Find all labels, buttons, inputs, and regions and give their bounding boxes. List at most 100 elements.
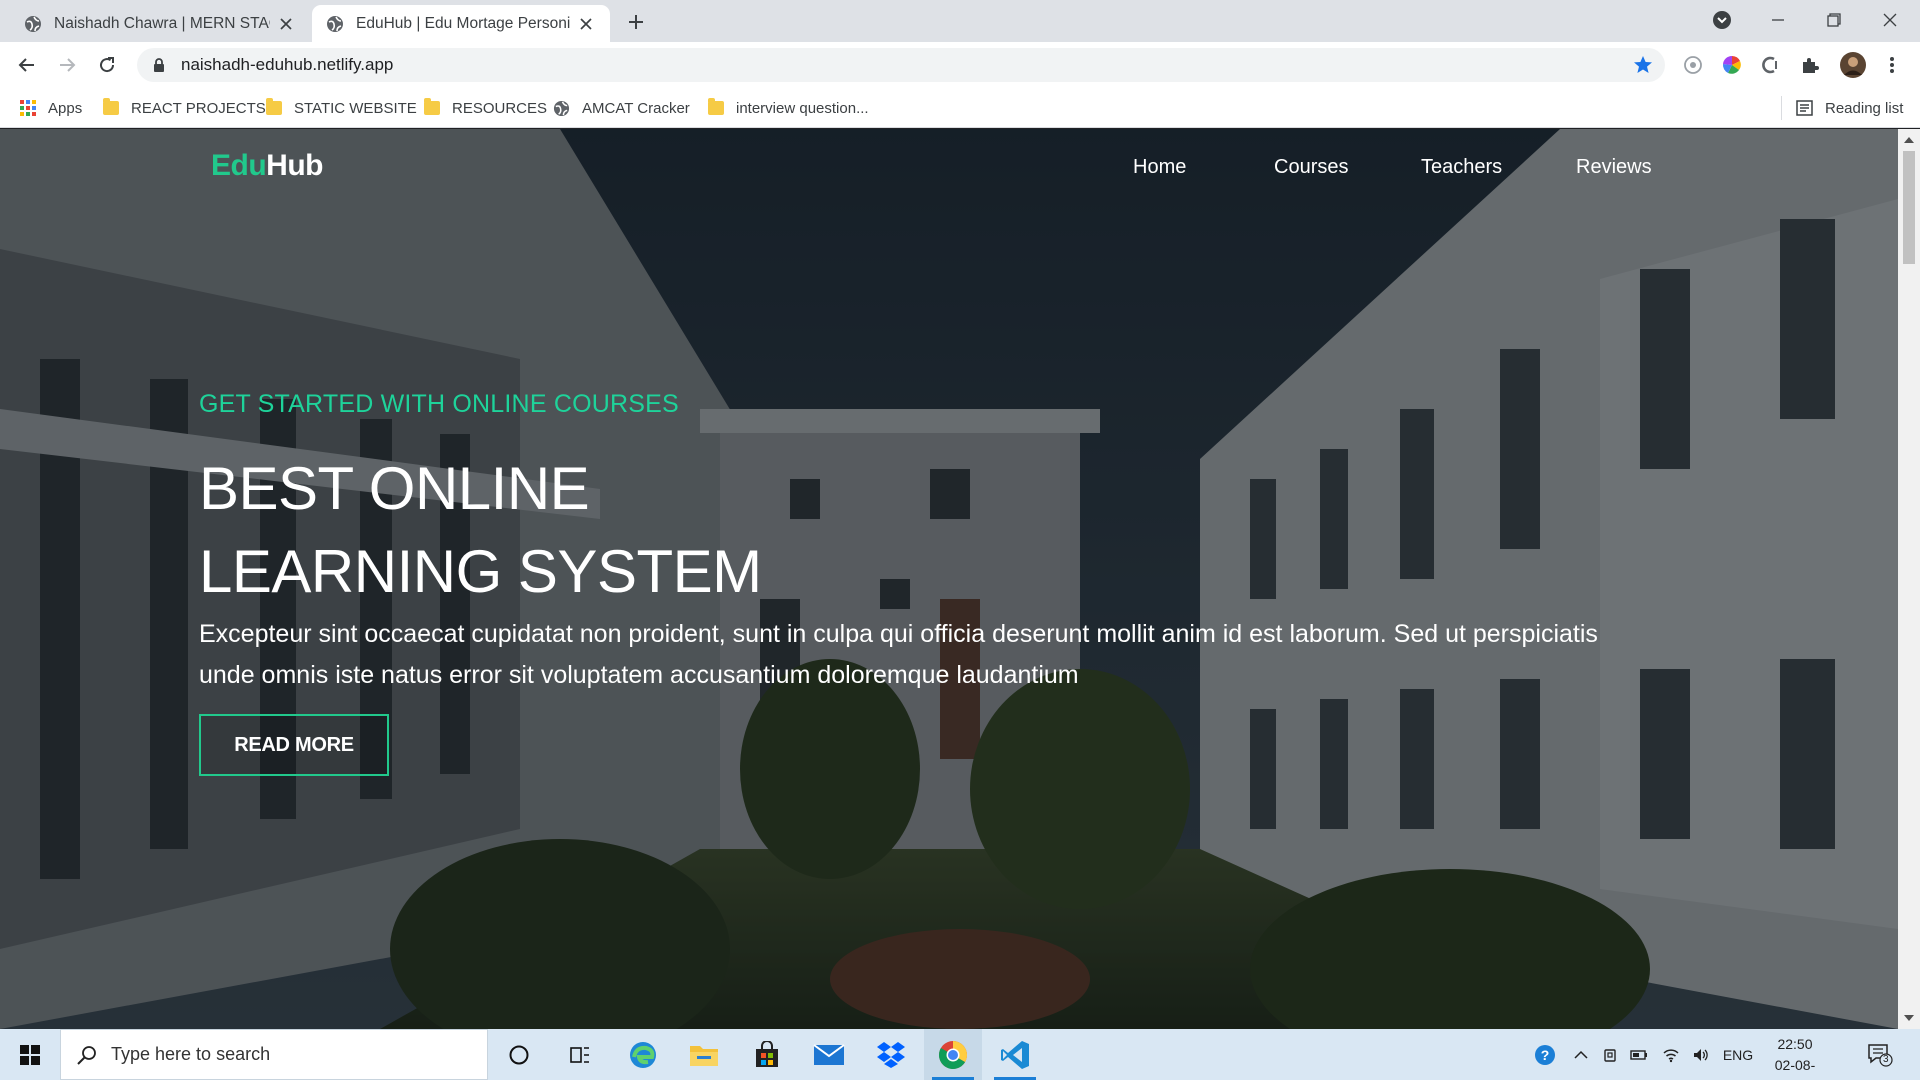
bookmarks-divider: [1781, 96, 1782, 120]
file-explorer-app[interactable]: [675, 1029, 733, 1080]
bookmark-resources[interactable]: RESOURCES: [424, 97, 547, 119]
bookmark-label: AMCAT Cracker: [582, 99, 690, 117]
extension-dial-icon: [1684, 56, 1702, 74]
notification-icon: [1868, 1043, 1893, 1067]
lock-icon[interactable]: [151, 57, 167, 73]
nav-teachers[interactable]: Teachers: [1421, 156, 1502, 179]
forward-button[interactable]: [51, 49, 83, 81]
bookmark-apps[interactable]: Apps: [20, 97, 82, 119]
nav-reviews[interactable]: Reviews: [1576, 156, 1652, 179]
bookmark-static-website[interactable]: STATIC WEBSITE: [266, 97, 417, 119]
plus-icon: [629, 15, 643, 29]
globe-icon: [553, 100, 570, 117]
nav-home[interactable]: Home: [1133, 156, 1186, 179]
folder-icon: [103, 98, 119, 115]
hero-headline: BEST ONLINE LEARNING SYSTEM: [199, 447, 762, 613]
cortana-button[interactable]: [490, 1029, 548, 1080]
edge-icon: [630, 1041, 656, 1068]
meet-now-icon[interactable]: [1598, 1029, 1624, 1080]
bookmark-interview-questions[interactable]: interview question...: [708, 97, 869, 119]
search-icon: [77, 1045, 96, 1065]
chrome-app[interactable]: [924, 1029, 982, 1080]
bookmark-react-projects[interactable]: REACT PROJECTS: [103, 97, 266, 119]
vscode-app[interactable]: [986, 1029, 1044, 1080]
address-bar[interactable]: naishadh-eduhub.netlify.app: [137, 48, 1665, 82]
read-more-button[interactable]: READ MORE: [199, 714, 389, 776]
language-indicator[interactable]: ENG: [1720, 1029, 1756, 1080]
help-icon[interactable]: ?: [1530, 1029, 1560, 1080]
wifi-icon[interactable]: [1658, 1029, 1684, 1080]
site-logo[interactable]: EduHub: [211, 149, 323, 183]
windows-logo-icon: [20, 1044, 40, 1065]
mail-icon: [813, 1043, 845, 1065]
mail-app[interactable]: [800, 1029, 858, 1080]
task-view-icon: [570, 1046, 589, 1063]
taskbar-clock[interactable]: 22:50 02-08-2021: [1760, 1034, 1830, 1080]
tab-title: Naishadh Chawra | MERN STACK: [54, 14, 270, 32]
apps-grid-icon: [20, 100, 36, 116]
taskbar-search-box[interactable]: Type here to search: [60, 1029, 488, 1080]
cortana-circle-icon: [509, 1045, 529, 1064]
tab-search-button[interactable]: [1694, 0, 1750, 40]
arrow-right-icon: [60, 58, 76, 72]
close-tab-icon[interactable]: [576, 14, 596, 34]
svg-text:?: ?: [1541, 1047, 1550, 1063]
microsoft-store-app[interactable]: [738, 1029, 796, 1080]
hero-section: EduHub Home Courses Teachers Reviews GET…: [0, 129, 1898, 1029]
dropbox-app[interactable]: [862, 1029, 920, 1080]
puzzle-icon: [1803, 58, 1819, 73]
bookmark-label: REACT PROJECTS: [131, 99, 266, 117]
browser-toolbar: naishadh-eduhub.netlify.app: [0, 42, 1920, 88]
extensions-menu-button[interactable]: [1796, 51, 1824, 79]
start-button[interactable]: [0, 1029, 60, 1080]
volume-icon[interactable]: [1688, 1029, 1714, 1080]
back-button[interactable]: [11, 49, 43, 81]
bookmark-label: Apps: [48, 99, 83, 117]
reload-icon: [100, 57, 115, 73]
folder-icon: [708, 98, 724, 115]
bookmark-star-icon[interactable]: [1633, 55, 1653, 75]
code-extension[interactable]: [1757, 51, 1785, 79]
reload-button[interactable]: [91, 49, 123, 81]
color-picker-extension[interactable]: [1718, 51, 1746, 79]
scroll-up-arrow-icon[interactable]: [1904, 137, 1914, 143]
show-hidden-icons-icon[interactable]: [1568, 1029, 1594, 1080]
new-tab-button[interactable]: [622, 8, 650, 36]
task-view-button[interactable]: [551, 1029, 609, 1080]
edge-app[interactable]: [614, 1029, 672, 1080]
extension-button[interactable]: [1679, 51, 1707, 79]
url-text[interactable]: naishadh-eduhub.netlify.app: [181, 55, 393, 75]
search-placeholder: Type here to search: [111, 1044, 271, 1064]
bookmark-label: RESOURCES: [452, 99, 548, 117]
minimize-button[interactable]: [1750, 0, 1806, 40]
bookmark-amcat-cracker[interactable]: AMCAT Cracker: [553, 97, 690, 119]
reading-list-button[interactable]: Reading list: [1796, 97, 1903, 119]
logo-hub: Hub: [266, 149, 323, 182]
bookmark-label: interview question...: [736, 99, 869, 117]
notification-center-button[interactable]: 3: [1860, 1029, 1900, 1080]
more-vert-icon: [1890, 57, 1894, 73]
tab-portfolio[interactable]: Naishadh Chawra | MERN STACK: [10, 5, 310, 42]
bookmarks-bar: Apps REACT PROJECTS STATIC WEBSITE RESOU…: [0, 88, 1920, 128]
folder-icon: [690, 1045, 718, 1066]
logo-edu: Edu: [211, 149, 267, 182]
tab-eduhub[interactable]: EduHub | Edu Mortage Personified: [312, 5, 610, 42]
battery-icon[interactable]: [1626, 1029, 1652, 1080]
close-window-button[interactable]: [1862, 0, 1918, 40]
dropbox-icon: [877, 1041, 905, 1068]
nav-courses[interactable]: Courses: [1274, 156, 1348, 179]
scroll-down-arrow-icon[interactable]: [1904, 1015, 1914, 1021]
folder-icon: [266, 98, 282, 115]
tab-title: EduHub | Edu Mortage Personified: [356, 14, 570, 32]
restore-button[interactable]: [1806, 0, 1862, 40]
browser-menu-button[interactable]: [1878, 51, 1906, 79]
scroll-thumb[interactable]: [1903, 151, 1915, 264]
page-scrollbar[interactable]: [1898, 129, 1920, 1029]
clock-time: 22:50: [1777, 1036, 1813, 1052]
close-tab-icon[interactable]: [276, 14, 296, 34]
profile-avatar[interactable]: [1839, 51, 1867, 79]
page-viewport: EduHub Home Courses Teachers Reviews GET…: [0, 129, 1898, 1029]
bookmark-label: STATIC WEBSITE: [294, 99, 417, 117]
globe-icon: [327, 15, 343, 32]
windows-taskbar: Type here to search ? ENG 22:50 02-08- 3: [0, 1029, 1920, 1080]
